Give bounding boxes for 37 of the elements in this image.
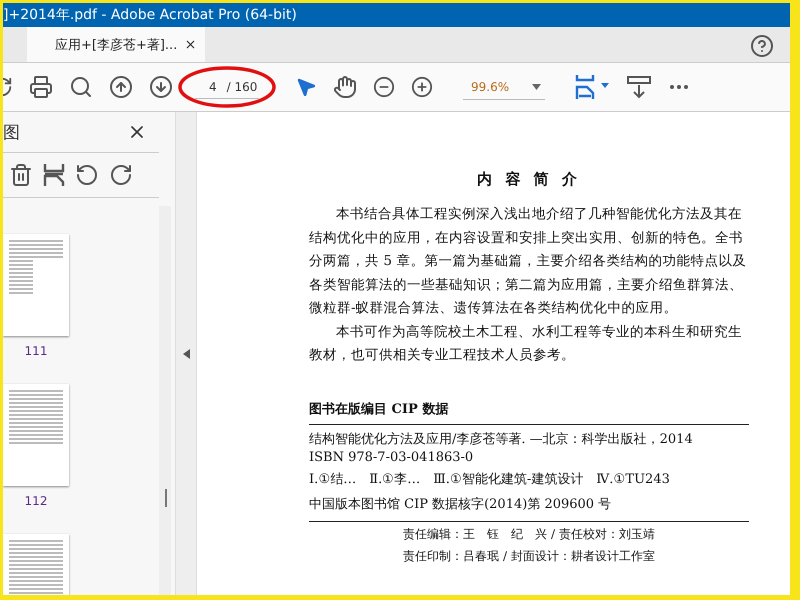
zoom-search-icon[interactable] bbox=[69, 75, 93, 99]
hand-icon[interactable] bbox=[333, 75, 357, 99]
zoom-dropdown[interactable]: 99.6% bbox=[463, 74, 545, 100]
cip-line: 结构智能优化方法及应用/李彦苍等著. —北京：科学出版社，2014 bbox=[309, 430, 694, 448]
cip-line: ISBN 978-7-03-041863-0 bbox=[309, 448, 474, 466]
scrollbar-thumb[interactable] bbox=[165, 489, 167, 507]
body-paragraph: 本书结合具体工程实例深入浅出地介绍了几种智能优化方法及其在结构优化中的应用，在内容设置和安排上突出实用、创新的特色。全书分两篇，共 5 章。第一篇为基础篇，主要介绍各类结构的功能特点以及各类智能算法的一些基础知识；第二篇为应用篇，主要介绍鱼群算法、微粒群-蚁群混合算法、遗传算法在各类结构优化中的应用。 bbox=[309, 205, 748, 318]
cip-number: 中国版本图书馆 CIP 数据核字(2014)第 209600 号 bbox=[309, 488, 749, 522]
pointer-icon[interactable] bbox=[295, 76, 317, 98]
page-number-label: 111 bbox=[24, 344, 48, 358]
credit-line: 责任编辑：王 钰 纪 兴 / 责任校对：刘玉靖 bbox=[402, 526, 656, 542]
fit-page-icon[interactable] bbox=[575, 74, 611, 100]
page-thumbnail[interactable] bbox=[3, 234, 69, 336]
classification-line: Ⅰ.①结… Ⅱ.①李… Ⅲ.①智能化建筑-建筑设计 Ⅳ.①TU243 bbox=[309, 470, 671, 488]
rotate-left-icon[interactable] bbox=[75, 163, 99, 187]
credit-line: 责任印制：吕春珉 / 封面设计：耕者设计工作室 bbox=[402, 548, 656, 564]
caret-icon bbox=[532, 84, 541, 90]
collapse-arrow-icon[interactable] bbox=[182, 348, 190, 358]
close-icon[interactable] bbox=[184, 38, 197, 51]
scroll-mode-icon[interactable] bbox=[627, 75, 651, 99]
page-heading: 内 容 简 介 bbox=[476, 170, 582, 189]
next-page-icon[interactable] bbox=[149, 75, 173, 99]
zoom-in-icon[interactable] bbox=[411, 76, 433, 98]
previous-page-icon[interactable] bbox=[109, 75, 133, 99]
delete-icon[interactable] bbox=[9, 163, 33, 187]
page-thumbnail[interactable] bbox=[3, 384, 69, 486]
zoom-out-icon[interactable] bbox=[373, 76, 395, 98]
insert-page-icon[interactable] bbox=[43, 163, 65, 187]
rotate-right-icon[interactable] bbox=[109, 163, 133, 187]
panel-title: 图 bbox=[3, 122, 20, 144]
page-number-label: 112 bbox=[24, 494, 48, 508]
print-icon[interactable] bbox=[29, 75, 53, 99]
window-title: ]+2014年.pdf - Adobe Acrobat Pro (64-bit) bbox=[3, 6, 297, 24]
body-paragraph: 本书可作为高等院校土木工程、水利工程等专业的本科生和研究生教材，也可供相关专业工程技术人员参考。 bbox=[309, 322, 744, 365]
document-tab[interactable]: 应用+[李彦苍+著]... bbox=[27, 27, 205, 62]
cip-heading: 图书在版编目 CIP 数据 bbox=[309, 400, 749, 424]
help-icon[interactable] bbox=[750, 34, 774, 58]
